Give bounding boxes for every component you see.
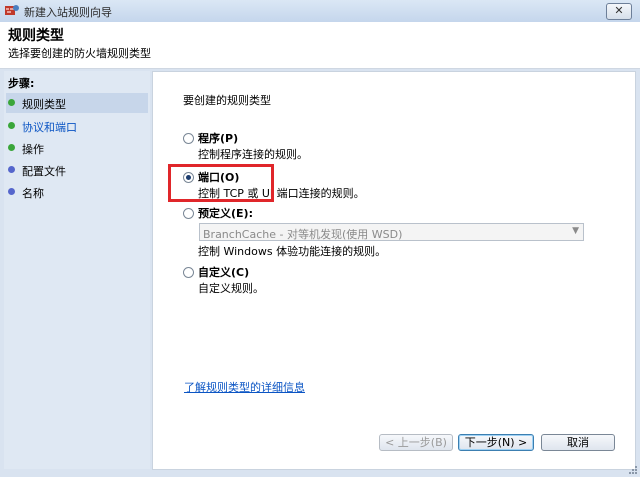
step-bullet-icon — [8, 99, 15, 106]
wizard-header: 规则类型 选择要创建的防火墙规则类型 — [0, 22, 640, 69]
sidebar-item-action[interactable]: 操作 — [6, 138, 148, 158]
close-icon: ✕ — [614, 4, 624, 17]
sidebar-item-label: 操作 — [22, 143, 44, 156]
step-bullet-icon — [8, 188, 15, 195]
step-bullet-icon — [8, 166, 15, 173]
custom-option-title[interactable]: 自定义(C) — [198, 264, 249, 280]
sidebar-item-label: 配置文件 — [22, 165, 66, 178]
predefined-select[interactable]: BranchCache - 对等机发现(使用 WSD) ▼ — [199, 223, 584, 241]
predefined-option-title[interactable]: 预定义(E): — [198, 205, 253, 221]
close-button[interactable]: ✕ — [606, 3, 632, 20]
page-title: 规则类型 — [8, 28, 64, 44]
predefined-radio[interactable] — [183, 208, 194, 219]
window-title: 新建入站规则向导 — [24, 6, 112, 19]
program-option-title[interactable]: 程序(P) — [198, 130, 238, 146]
program-option-desc: 控制程序连接的规则。 — [198, 148, 308, 161]
step-bullet-icon — [8, 144, 15, 151]
steps-title: 步骤: — [8, 77, 35, 90]
cancel-button[interactable]: 取消 — [541, 434, 615, 451]
title-bar: 新建入站规则向导 ✕ — [0, 0, 640, 23]
rule-type-prompt: 要创建的规则类型 — [183, 94, 271, 107]
predefined-select-value: BranchCache - 对等机发现(使用 WSD) — [203, 228, 403, 241]
back-button[interactable]: < 上一步(B) — [379, 434, 453, 451]
sidebar-item-name[interactable]: 名称 — [6, 182, 148, 202]
sidebar-item-rule-type[interactable]: 规则类型 — [6, 93, 148, 113]
step-bullet-icon — [8, 122, 15, 129]
sidebar-item-profile[interactable]: 配置文件 — [6, 160, 148, 180]
firewall-app-icon — [5, 5, 19, 15]
resize-grip-icon[interactable] — [628, 465, 638, 475]
sidebar-item-label: 规则类型 — [22, 98, 66, 111]
chevron-down-icon: ▼ — [572, 226, 579, 236]
custom-radio[interactable] — [183, 267, 194, 278]
sidebar-item-protocol-ports[interactable]: 协议和端口 — [6, 116, 148, 136]
next-button[interactable]: 下一步(N) > — [458, 434, 534, 451]
sidebar-item-label: 名称 — [22, 187, 44, 200]
sidebar-item-label: 协议和端口 — [22, 121, 77, 134]
page-subtitle: 选择要创建的防火墙规则类型 — [8, 47, 151, 60]
program-radio[interactable] — [183, 133, 194, 144]
rule-type-help-link[interactable]: 了解规则类型的详细信息 — [184, 379, 305, 395]
predefined-option-desc: 控制 Windows 体验功能连接的规则。 — [198, 245, 387, 258]
custom-option-desc: 自定义规则。 — [198, 282, 264, 295]
red-highlight-box — [168, 164, 274, 202]
